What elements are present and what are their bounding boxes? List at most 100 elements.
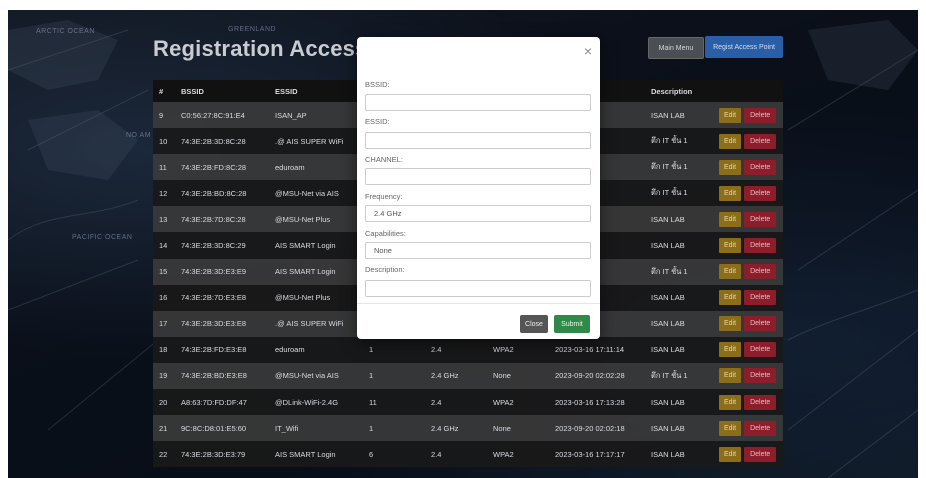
bssid-cell: 74:3E:2B:BD:E3:E8 [175, 362, 269, 390]
row-id: 22 [153, 441, 175, 468]
row-id: 15 [153, 258, 175, 285]
frequency-input[interactable]: 2.4 GHz [365, 205, 591, 222]
edit-button[interactable]: Edit [719, 316, 742, 332]
essid-cell: eduroam [269, 154, 363, 181]
description-cell: ISAN LAB [645, 102, 713, 129]
actions-cell: Edit Delete [713, 415, 783, 442]
bssid-cell: 74:3E:2B:3D:E3:E9 [175, 258, 269, 285]
edit-button[interactable]: Edit [719, 368, 742, 384]
modal-footer-divider [357, 303, 600, 304]
description-cell: ISAN LAB [645, 389, 713, 416]
description-cell: ตึก IT ชั้น 1 [645, 180, 713, 207]
map-label: GREENLAND [228, 26, 277, 33]
delete-button[interactable]: Delete [744, 264, 777, 280]
row-id: 16 [153, 284, 175, 311]
row-id: 10 [153, 128, 175, 155]
bssid-cell: 74:3E:2B:3D:E3:E8 [175, 310, 269, 337]
main-menu-button[interactable]: Main Menu [648, 37, 704, 59]
delete-button[interactable]: Delete [744, 342, 777, 358]
capabilities-cell: None [487, 415, 549, 442]
table-row: 22 74:3E:2B:3D:E3:79 AIS SMART Login 6 2.4 WP… [153, 441, 783, 468]
essid-cell: eduroam [269, 336, 363, 363]
bssid-input[interactable] [365, 94, 591, 111]
bssid-cell: 74:3E:2B:3D:8C:28 [175, 128, 269, 155]
submit-button[interactable]: Submit [554, 315, 590, 333]
delete-button[interactable]: Delete [744, 107, 777, 123]
delete-button[interactable]: Delete [744, 368, 777, 384]
table-row: 18 74:3E:2B:FD:E3:E8 eduroam 1 2.4 WPA2 2023-0… [153, 336, 783, 363]
delete-button[interactable]: Delete [744, 133, 777, 149]
edit-button[interactable]: Edit [719, 185, 742, 201]
description-cell: ISAN LAB [645, 310, 713, 337]
edit-button[interactable]: Edit [719, 133, 742, 149]
delete-button[interactable]: Delete [744, 420, 777, 436]
actions-cell: Edit Delete [713, 258, 783, 285]
channel-cell: 1 [363, 415, 425, 442]
bssid-cell: 74:3E:2B:FD:8C:28 [175, 154, 269, 181]
capabilities-input[interactable]: None [365, 242, 591, 259]
delete-button[interactable]: Delete [744, 159, 777, 175]
description-cell: ISAN LAB [645, 284, 713, 311]
time-cell: 2023-09-20 02:02:28 [549, 362, 645, 390]
actions-cell: Edit Delete [713, 102, 783, 129]
row-id: 12 [153, 180, 175, 207]
edit-button[interactable]: Edit [719, 446, 742, 462]
description-cell: ตึก IT ชั้น 1 [645, 258, 713, 285]
regist-access-point-button[interactable]: Regist Access Point [705, 36, 783, 58]
delete-button[interactable]: Delete [744, 394, 777, 410]
edit-button[interactable]: Edit [719, 107, 742, 123]
essid-label: ESSID: [365, 117, 390, 126]
register-modal: × BSSID: ESSID: CHANNEL: Frequency: 2.4 … [357, 37, 600, 339]
channel-cell: 1 [363, 362, 425, 390]
page-background: ARCTIC OCEAN GREENLAND NO AM PACIFIC OCE… [8, 10, 918, 478]
delete-button[interactable]: Delete [744, 211, 777, 227]
edit-button[interactable]: Edit [719, 264, 742, 280]
delete-button[interactable]: Delete [744, 290, 777, 306]
delete-button[interactable]: Delete [744, 446, 777, 462]
bssid-cell: 74:3E:2B:BD:8C:28 [175, 180, 269, 207]
edit-button[interactable]: Edit [719, 342, 742, 358]
description-cell: ISAN LAB [645, 441, 713, 468]
bssid-cell: 9C:8C:D8:01:E5:60 [175, 415, 269, 442]
delete-button[interactable]: Delete [744, 185, 777, 201]
essid-cell: ISAN_AP [269, 102, 363, 129]
time-cell: 2023-03-16 17:17:17 [549, 441, 645, 468]
capabilities-cell: None [487, 362, 549, 390]
essid-cell: .@ AIS SUPER WiFi [269, 128, 363, 155]
edit-button[interactable]: Edit [719, 394, 742, 410]
row-id: 20 [153, 389, 175, 416]
row-id: 18 [153, 336, 175, 363]
table-row: 19 74:3E:2B:BD:E3:E8 @MSU-Net via AIS 1 2.4 … [153, 362, 783, 390]
actions-cell: Edit Delete [713, 180, 783, 207]
delete-button[interactable]: Delete [744, 238, 777, 254]
edit-button[interactable]: Edit [719, 159, 742, 175]
close-icon[interactable]: × [584, 43, 592, 59]
channel-cell: 6 [363, 441, 425, 468]
frequency-cell: 2.4 [425, 389, 487, 416]
edit-button[interactable]: Edit [719, 420, 742, 436]
actions-cell: Edit Delete [713, 336, 783, 363]
close-button[interactable]: Close [520, 315, 548, 333]
frequency-cell: 2.4 GHz [425, 415, 487, 442]
description-label: Description: [365, 265, 405, 274]
time-cell: 2023-03-16 17:13:28 [549, 389, 645, 416]
edit-button[interactable]: Edit [719, 238, 742, 254]
description-cell: ตึก IT ชั้น 1 [645, 128, 713, 155]
channel-label: CHANNEL: [365, 155, 403, 164]
capabilities-cell: WPA2 [487, 336, 549, 363]
essid-cell: AIS SMART Login [269, 258, 363, 285]
actions-cell: Edit Delete [713, 389, 783, 416]
bssid-cell: 74:3E:2B:7D:E3:E8 [175, 284, 269, 311]
actions-cell: Edit Delete [713, 206, 783, 233]
edit-button[interactable]: Edit [719, 211, 742, 227]
table-row: 20 A8:63:7D:FD:DF:47 @DLink-WiFi-2.4G 11 2.4… [153, 389, 783, 416]
essid-input[interactable] [365, 132, 591, 149]
description-input[interactable] [365, 280, 591, 297]
map-label: PACIFIC OCEAN [72, 234, 133, 241]
capabilities-cell: WPA2 [487, 389, 549, 416]
delete-button[interactable]: Delete [744, 316, 777, 332]
edit-button[interactable]: Edit [719, 290, 742, 306]
actions-cell: Edit Delete [713, 362, 783, 390]
time-cell: 2023-09-20 02:02:18 [549, 415, 645, 442]
channel-input[interactable] [365, 168, 591, 185]
